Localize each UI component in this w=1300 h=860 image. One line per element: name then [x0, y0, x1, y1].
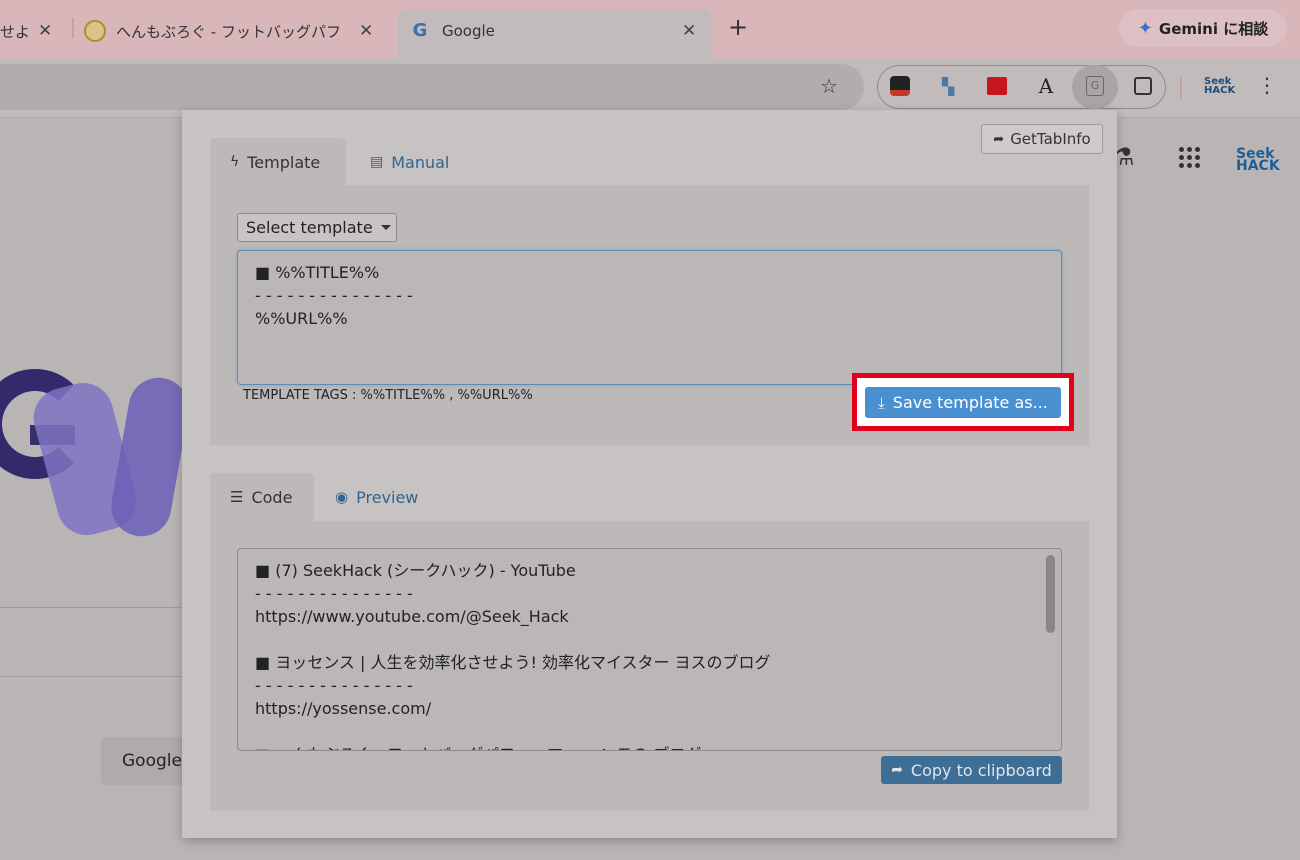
address-bar[interactable]: [0, 64, 864, 110]
select-template-dropdown[interactable]: Select template: [237, 213, 397, 242]
copy-label: Copy to clipboard: [910, 760, 1052, 780]
gettabinfo-popup: ➦ GetTabInfo ϟ Template ▤ Manual Select …: [182, 110, 1117, 838]
lines-icon: ☰: [230, 488, 244, 506]
gemini-button[interactable]: ✦ Gemini に相談: [1119, 9, 1287, 47]
close-icon[interactable]: ✕: [682, 21, 696, 41]
caret-down-icon: [380, 225, 391, 230]
tab-template[interactable]: ϟ Template: [210, 138, 346, 186]
gemini-label: Gemini に相談: [1158, 19, 1269, 38]
bookmark-star-icon[interactable]: ☆: [820, 74, 838, 98]
template-textarea[interactable]: ■ %%TITLE%% - - - - - - - - - - - - - - …: [237, 250, 1062, 385]
scrollbar-thumb[interactable]: [1046, 555, 1055, 633]
puzzle-icon[interactable]: [1131, 74, 1155, 98]
code-textarea[interactable]: ■ (7) SeekHack (シークハック) - YouTube - - - …: [237, 548, 1062, 751]
font-ext-icon[interactable]: A: [1034, 74, 1058, 98]
download-icon: ⤓: [878, 393, 885, 412]
output-tabbar: ☰ Code ◉ Preview: [210, 473, 1089, 521]
tab-title: へんもぶろぐ - フットバッグパフ: [116, 22, 341, 41]
tab-title: Google: [442, 22, 495, 40]
tab-google[interactable]: G Google ✕: [410, 9, 710, 53]
template-panel: Select template ■ %%TITLE%% - - - - - - …: [210, 185, 1089, 445]
tab-preview[interactable]: ◉ Preview: [335, 473, 418, 521]
tab-code[interactable]: ☰ Code: [210, 473, 314, 521]
tab-template-label: Template: [247, 152, 321, 172]
browser-toolbar: ☆ ▚ A G Seek HACK ⋮: [0, 58, 1300, 118]
seekhack-ext-icon[interactable]: Seek HACK: [1204, 77, 1235, 96]
tab-henmoblog[interactable]: へんもぶろぐ - フットバッグパフ ✕: [84, 9, 384, 53]
tab-manual-label: Manual: [391, 152, 450, 172]
binoculars-ext-icon[interactable]: ▚: [936, 74, 960, 98]
toolbar-divider: [1180, 78, 1182, 98]
search-box[interactable]: [0, 607, 182, 677]
template-tabbar: ϟ Template ▤ Manual: [210, 138, 1089, 186]
close-icon[interactable]: ✕: [359, 21, 373, 41]
list-icon: ▤: [370, 154, 384, 170]
tab-partial[interactable]: せよ ✕: [0, 9, 66, 53]
code-output-text: ■ (7) SeekHack (シークハック) - YouTube - - - …: [255, 561, 771, 750]
gettabinfo-ext-icon[interactable]: G: [1083, 74, 1107, 98]
gemini-sparkle-icon: ✦: [1137, 17, 1153, 39]
seekhack-avatar[interactable]: Seek HACK: [1236, 147, 1280, 173]
tab-code-label: Code: [251, 487, 293, 507]
template-tags-hint: TEMPLATE TAGS : %%TITLE%% , %%URL%%: [243, 388, 533, 403]
speech-ext-icon[interactable]: [985, 74, 1009, 98]
save-template-label: Save template as...: [892, 393, 1048, 412]
tab-preview-label: Preview: [356, 487, 419, 507]
save-template-button[interactable]: ⤓ Save template as...: [865, 387, 1061, 418]
new-tab-button[interactable]: +: [728, 13, 748, 41]
share-arrow-icon: ➦: [891, 762, 903, 778]
bolt-icon: ϟ: [230, 154, 240, 170]
doodle-runner-figure: [106, 373, 194, 541]
extensions-group: [877, 65, 1166, 109]
google-search-button[interactable]: Google: [101, 737, 182, 785]
tab-manual[interactable]: ▤ Manual: [370, 138, 449, 186]
save-highlight-box: ⤓ Save template as...: [852, 373, 1074, 431]
google-icon: G: [412, 20, 428, 41]
apps-grid-icon[interactable]: [1179, 147, 1201, 169]
eye-icon: ◉: [335, 488, 349, 506]
footbag-icon: [84, 20, 106, 42]
select-template-label: Select template: [246, 218, 373, 237]
tab-separator: [72, 18, 74, 38]
copy-to-clipboard-button[interactable]: ➦ Copy to clipboard: [881, 756, 1062, 784]
close-icon[interactable]: ✕: [38, 21, 52, 41]
notebook-ext-icon[interactable]: [888, 74, 912, 98]
tab-strip: せよ ✕ へんもぶろぐ - フットバッグパフ ✕ G Google ✕ + ✦ …: [0, 0, 1300, 59]
tab-title: せよ: [0, 22, 31, 41]
kebab-menu-icon[interactable]: ⋮: [1257, 73, 1277, 97]
code-panel: ■ (7) SeekHack (シークハック) - YouTube - - - …: [210, 521, 1089, 811]
